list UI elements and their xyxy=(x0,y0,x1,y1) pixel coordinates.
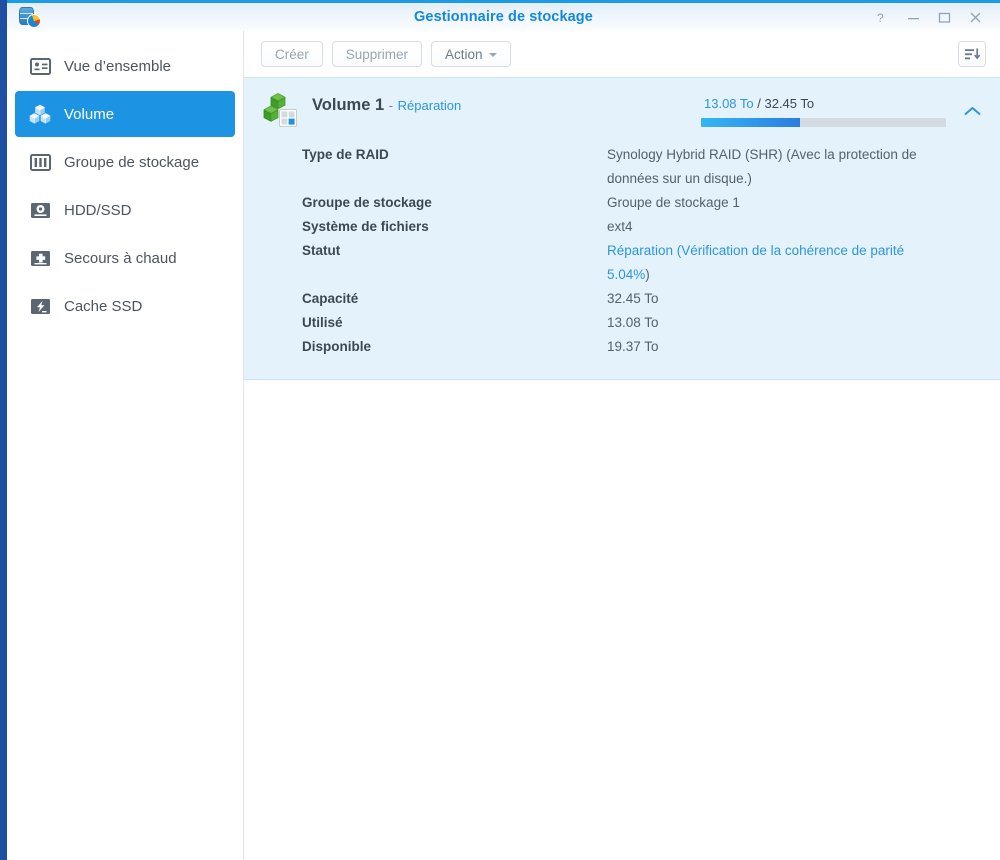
hot-spare-icon xyxy=(29,247,51,269)
capacity-total-label: 32.45 To xyxy=(764,96,815,111)
chevron-up-icon[interactable] xyxy=(960,92,984,116)
volume-cubes-icon xyxy=(29,103,51,125)
volume-cubes-icon xyxy=(262,92,298,128)
detail-label: Groupe de stockage xyxy=(302,195,432,210)
disk-icon xyxy=(29,199,51,221)
sidebar-item-hot-spare[interactable]: Secours à chaud xyxy=(15,235,235,281)
detail-label: Statut xyxy=(302,243,341,258)
detail-value: 13.08 To xyxy=(607,315,659,330)
toolbar: Créer Supprimer Action xyxy=(244,31,1000,77)
storage-manager-window: Gestionnaire de stockage ? Vue d’ensembl… xyxy=(7,0,1000,860)
sidebar-item-storage-pool[interactable]: Groupe de stockage xyxy=(15,139,235,185)
overview-icon xyxy=(29,55,51,77)
window-body: Vue d’ensemble Volume Groupe de stockage… xyxy=(7,31,1000,860)
svg-text:?: ? xyxy=(877,11,884,24)
sidebar-item-label: Cache SSD xyxy=(64,297,143,315)
maximize-icon[interactable] xyxy=(937,10,952,25)
detail-value: 32.45 To xyxy=(607,291,659,306)
detail-label: Système de fichiers xyxy=(302,219,429,234)
volume-details: Type de RAID Synology Hybrid RAID (SHR) … xyxy=(302,143,1000,359)
empty-list-area xyxy=(244,380,1000,860)
minimize-icon[interactable] xyxy=(906,10,921,25)
sidebar-item-label: Secours à chaud xyxy=(64,249,177,267)
detail-value: ext4 xyxy=(607,219,633,234)
status-link[interactable]: Réparation (Vérification de la cohérence… xyxy=(607,243,904,282)
sidebar-item-volume[interactable]: Volume xyxy=(15,91,235,137)
capacity-bar-fill xyxy=(701,118,800,127)
sidebar: Vue d’ensemble Volume Groupe de stockage… xyxy=(7,31,244,860)
sidebar-item-overview[interactable]: Vue d’ensemble xyxy=(15,43,235,89)
detail-label: Type de RAID xyxy=(302,147,389,162)
window-title: Gestionnaire de stockage xyxy=(414,9,593,25)
sidebar-item-hdd-ssd[interactable]: HDD/SSD xyxy=(15,187,235,233)
detail-label: Disponible xyxy=(302,339,372,354)
capacity-separator: / xyxy=(753,96,765,111)
window-controls: ? xyxy=(875,10,1000,25)
storage-manager-icon xyxy=(19,6,41,28)
capacity-text: 13.08 To / 32.45 To xyxy=(701,96,946,111)
sidebar-item-label: Vue d’ensemble xyxy=(64,57,172,75)
action-button[interactable]: Action xyxy=(431,41,511,67)
chevron-down-icon xyxy=(488,53,497,57)
volume-state-link[interactable]: Réparation xyxy=(398,98,462,113)
content-area: Créer Supprimer Action Volume 1 - Répara… xyxy=(244,31,1000,860)
capacity-block: 13.08 To / 32.45 To xyxy=(701,92,946,127)
capacity-used-label: 13.08 To xyxy=(704,96,754,111)
sidebar-item-label: Groupe de stockage xyxy=(64,153,200,171)
title-bar: Gestionnaire de stockage ? xyxy=(7,0,1000,31)
volume-title-separator: - xyxy=(388,98,394,113)
sort-list-icon[interactable] xyxy=(958,41,986,67)
ssd-cache-icon xyxy=(29,295,51,317)
close-icon[interactable] xyxy=(968,10,983,25)
help-icon[interactable]: ? xyxy=(875,10,890,25)
detail-label: Capacité xyxy=(302,291,359,306)
detail-label: Utilisé xyxy=(302,315,343,330)
volume-header[interactable]: Volume 1 - Réparation 13.08 To / 32.45 T… xyxy=(244,92,1000,128)
detail-value-status: Réparation (Vérification de la cohérence… xyxy=(607,239,917,287)
detail-value: 19.37 To xyxy=(607,339,659,354)
detail-value: Groupe de stockage 1 xyxy=(607,195,740,210)
sidebar-item-label: HDD/SSD xyxy=(64,201,132,219)
action-button-label: Action xyxy=(445,46,483,62)
volume-panel: Volume 1 - Réparation 13.08 To / 32.45 T… xyxy=(244,77,1000,380)
sidebar-item-label: Volume xyxy=(64,105,115,123)
delete-button[interactable]: Supprimer xyxy=(331,41,423,67)
volume-title: Volume 1 - Réparation xyxy=(312,92,461,115)
storage-pool-icon xyxy=(29,151,51,173)
sidebar-item-ssd-cache[interactable]: Cache SSD xyxy=(15,283,235,329)
capacity-bar xyxy=(701,118,946,127)
volume-name: Volume 1 xyxy=(312,96,385,114)
detail-value: Synology Hybrid RAID (SHR) (Avec la prot… xyxy=(607,147,917,186)
status-tail: ) xyxy=(645,267,650,282)
create-button[interactable]: Créer xyxy=(261,41,323,67)
